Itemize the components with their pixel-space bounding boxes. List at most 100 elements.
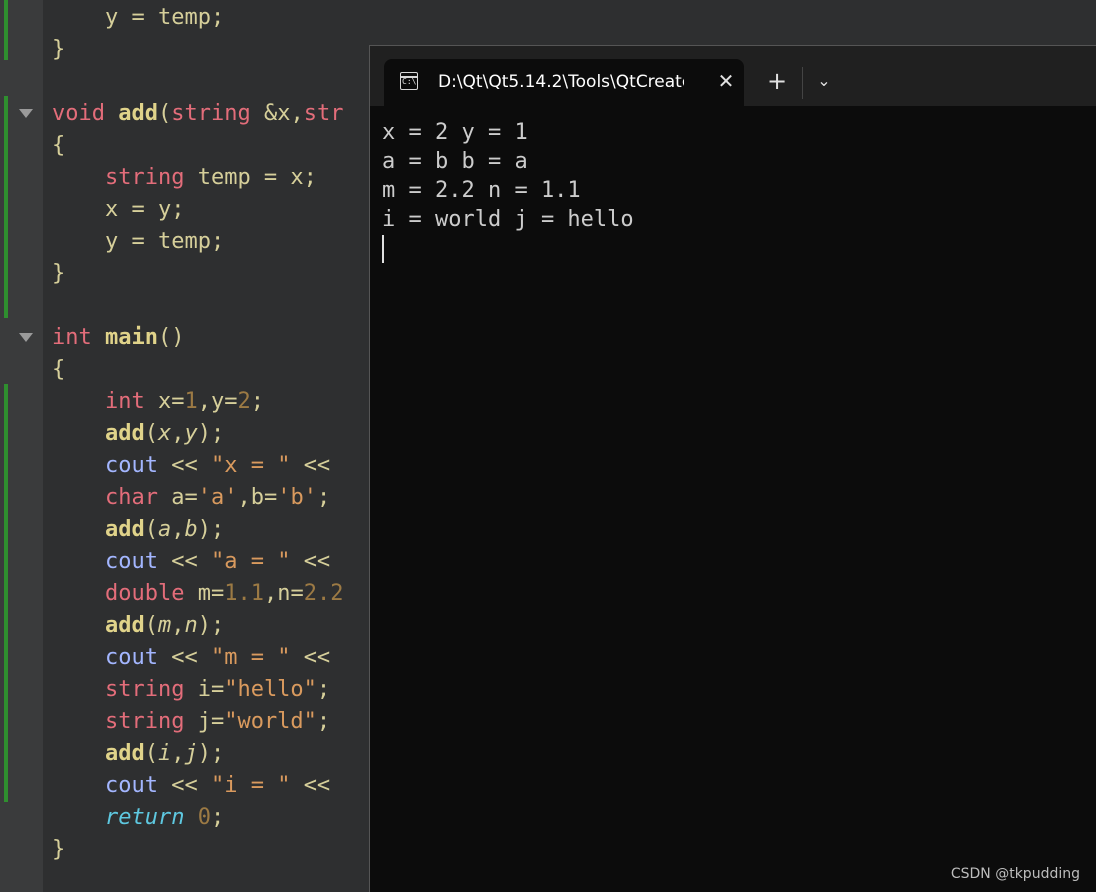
close-tab-icon[interactable]: ✕ [714,69,738,93]
code-line: y = temp; [52,226,224,258]
code-token: ; [316,677,331,702]
code-token: 'a' [197,485,238,510]
code-token: 2 [237,389,251,414]
code-token: ; [316,485,331,510]
code-token: ; [210,805,225,830]
code-token: , [171,421,185,446]
code-line: add(a,b); [52,514,224,546]
code-line: x = y; [52,194,184,226]
code-token: cout [52,453,172,478]
code-token: << [303,645,344,670]
code-token: , [171,613,185,638]
code-line: string j="world"; [52,706,330,738]
fold-arrow-icon[interactable] [19,333,33,342]
code-token: add [52,421,145,446]
code-token: double [52,581,198,606]
tab-separator [802,67,803,99]
code-token: ( [144,421,158,446]
code-token: string [52,165,198,190]
code-line: add(i,j); [52,738,224,770]
code-token: int [52,325,105,350]
code-token: ( [157,101,172,126]
watermark: CSDN @tkpudding [950,866,1080,882]
output-line: x = 2 y = 1 [382,120,528,145]
new-tab-button[interactable]: + [764,68,790,94]
code-token: string [52,677,198,702]
code-token: << [303,453,344,478]
code-token: i [157,741,172,766]
code-token: ; [250,389,264,414]
code-token: &x, [263,101,304,126]
code-token: << [171,453,211,478]
code-token: 1.1 [224,581,264,606]
code-token: , [171,741,185,766]
code-token: "a = " [210,549,304,574]
code-token: ,n= [263,581,304,606]
code-line: char a='a',b='b'; [52,482,330,514]
code-token: ,b= [237,485,278,510]
code-token: i= [197,677,225,702]
code-token: ( [144,741,158,766]
code-token: } [52,37,66,62]
code-token: ( [144,517,158,542]
code-token: 0 [197,805,211,830]
code-token: "world" [224,709,317,734]
code-token: << [171,549,211,574]
change-indicator [4,96,8,318]
code-token: 1 [184,389,198,414]
code-token: cout [52,549,172,574]
code-token: << [171,773,211,798]
change-indicator [4,0,8,60]
terminal-window[interactable]: C:\ D:\Qt\Qt5.14.2\Tools\QtCreator ✕ + ⌄… [369,45,1096,892]
code-token: temp = x; [197,165,317,190]
code-line: cout << "i = " << [52,770,343,802]
code-area[interactable]: y = temp;} void add(string &x,str{ string… [52,0,382,892]
change-indicator [4,384,8,802]
fold-arrow-icon[interactable] [19,109,33,118]
code-line: } [52,34,65,66]
code-token: y = temp; [52,229,225,254]
code-token: a [157,517,172,542]
code-token: string [171,101,264,126]
code-token: int [52,389,158,414]
terminal-tab[interactable]: C:\ D:\Qt\Qt5.14.2\Tools\QtCreator ✕ [384,59,744,106]
terminal-tab-bar: C:\ D:\Qt\Qt5.14.2\Tools\QtCreator ✕ + ⌄ [370,46,1096,106]
code-token: char [52,485,172,510]
code-token: 'b' [277,485,317,510]
code-line: { [52,354,65,386]
code-token: y = temp; [52,5,225,30]
code-token: cout [52,645,172,670]
code-token: , [171,517,185,542]
code-token: add [52,613,145,638]
code-line: } [52,258,65,290]
terminal-output[interactable]: x = 2 y = 1 a = b b = a m = 2.2 n = 1.1 … [382,118,1082,263]
code-token: x [157,421,172,446]
code-token: ); [197,421,225,446]
code-token: cout [52,773,172,798]
code-token: "x = " [210,453,304,478]
code-token: m= [197,581,225,606]
code-token: 2.2 [303,581,344,606]
code-token: x= [157,389,185,414]
code-token: add [52,517,145,542]
code-token: () [157,325,185,350]
editor-gutter [0,0,43,892]
code-token: b [184,517,198,542]
code-line: y = temp; [52,2,224,34]
code-token: add [118,101,158,126]
code-token: << [171,645,211,670]
code-token: add [52,741,145,766]
code-token: x = y; [52,197,185,222]
output-line: m = 2.2 n = 1.1 [382,178,581,203]
chevron-down-icon[interactable]: ⌄ [811,68,837,94]
tab-title: D:\Qt\Qt5.14.2\Tools\QtCreator [438,72,684,92]
code-token: "hello" [224,677,317,702]
code-line: add(m,n); [52,610,224,642]
code-line: double m=1.1,n=2.2 [52,578,343,610]
code-token: j [184,741,198,766]
code-line: void add(string &x,str [52,98,343,130]
code-line: { [52,130,65,162]
code-token: } [52,837,66,862]
code-token: "m = " [210,645,304,670]
code-token: a= [171,485,198,510]
